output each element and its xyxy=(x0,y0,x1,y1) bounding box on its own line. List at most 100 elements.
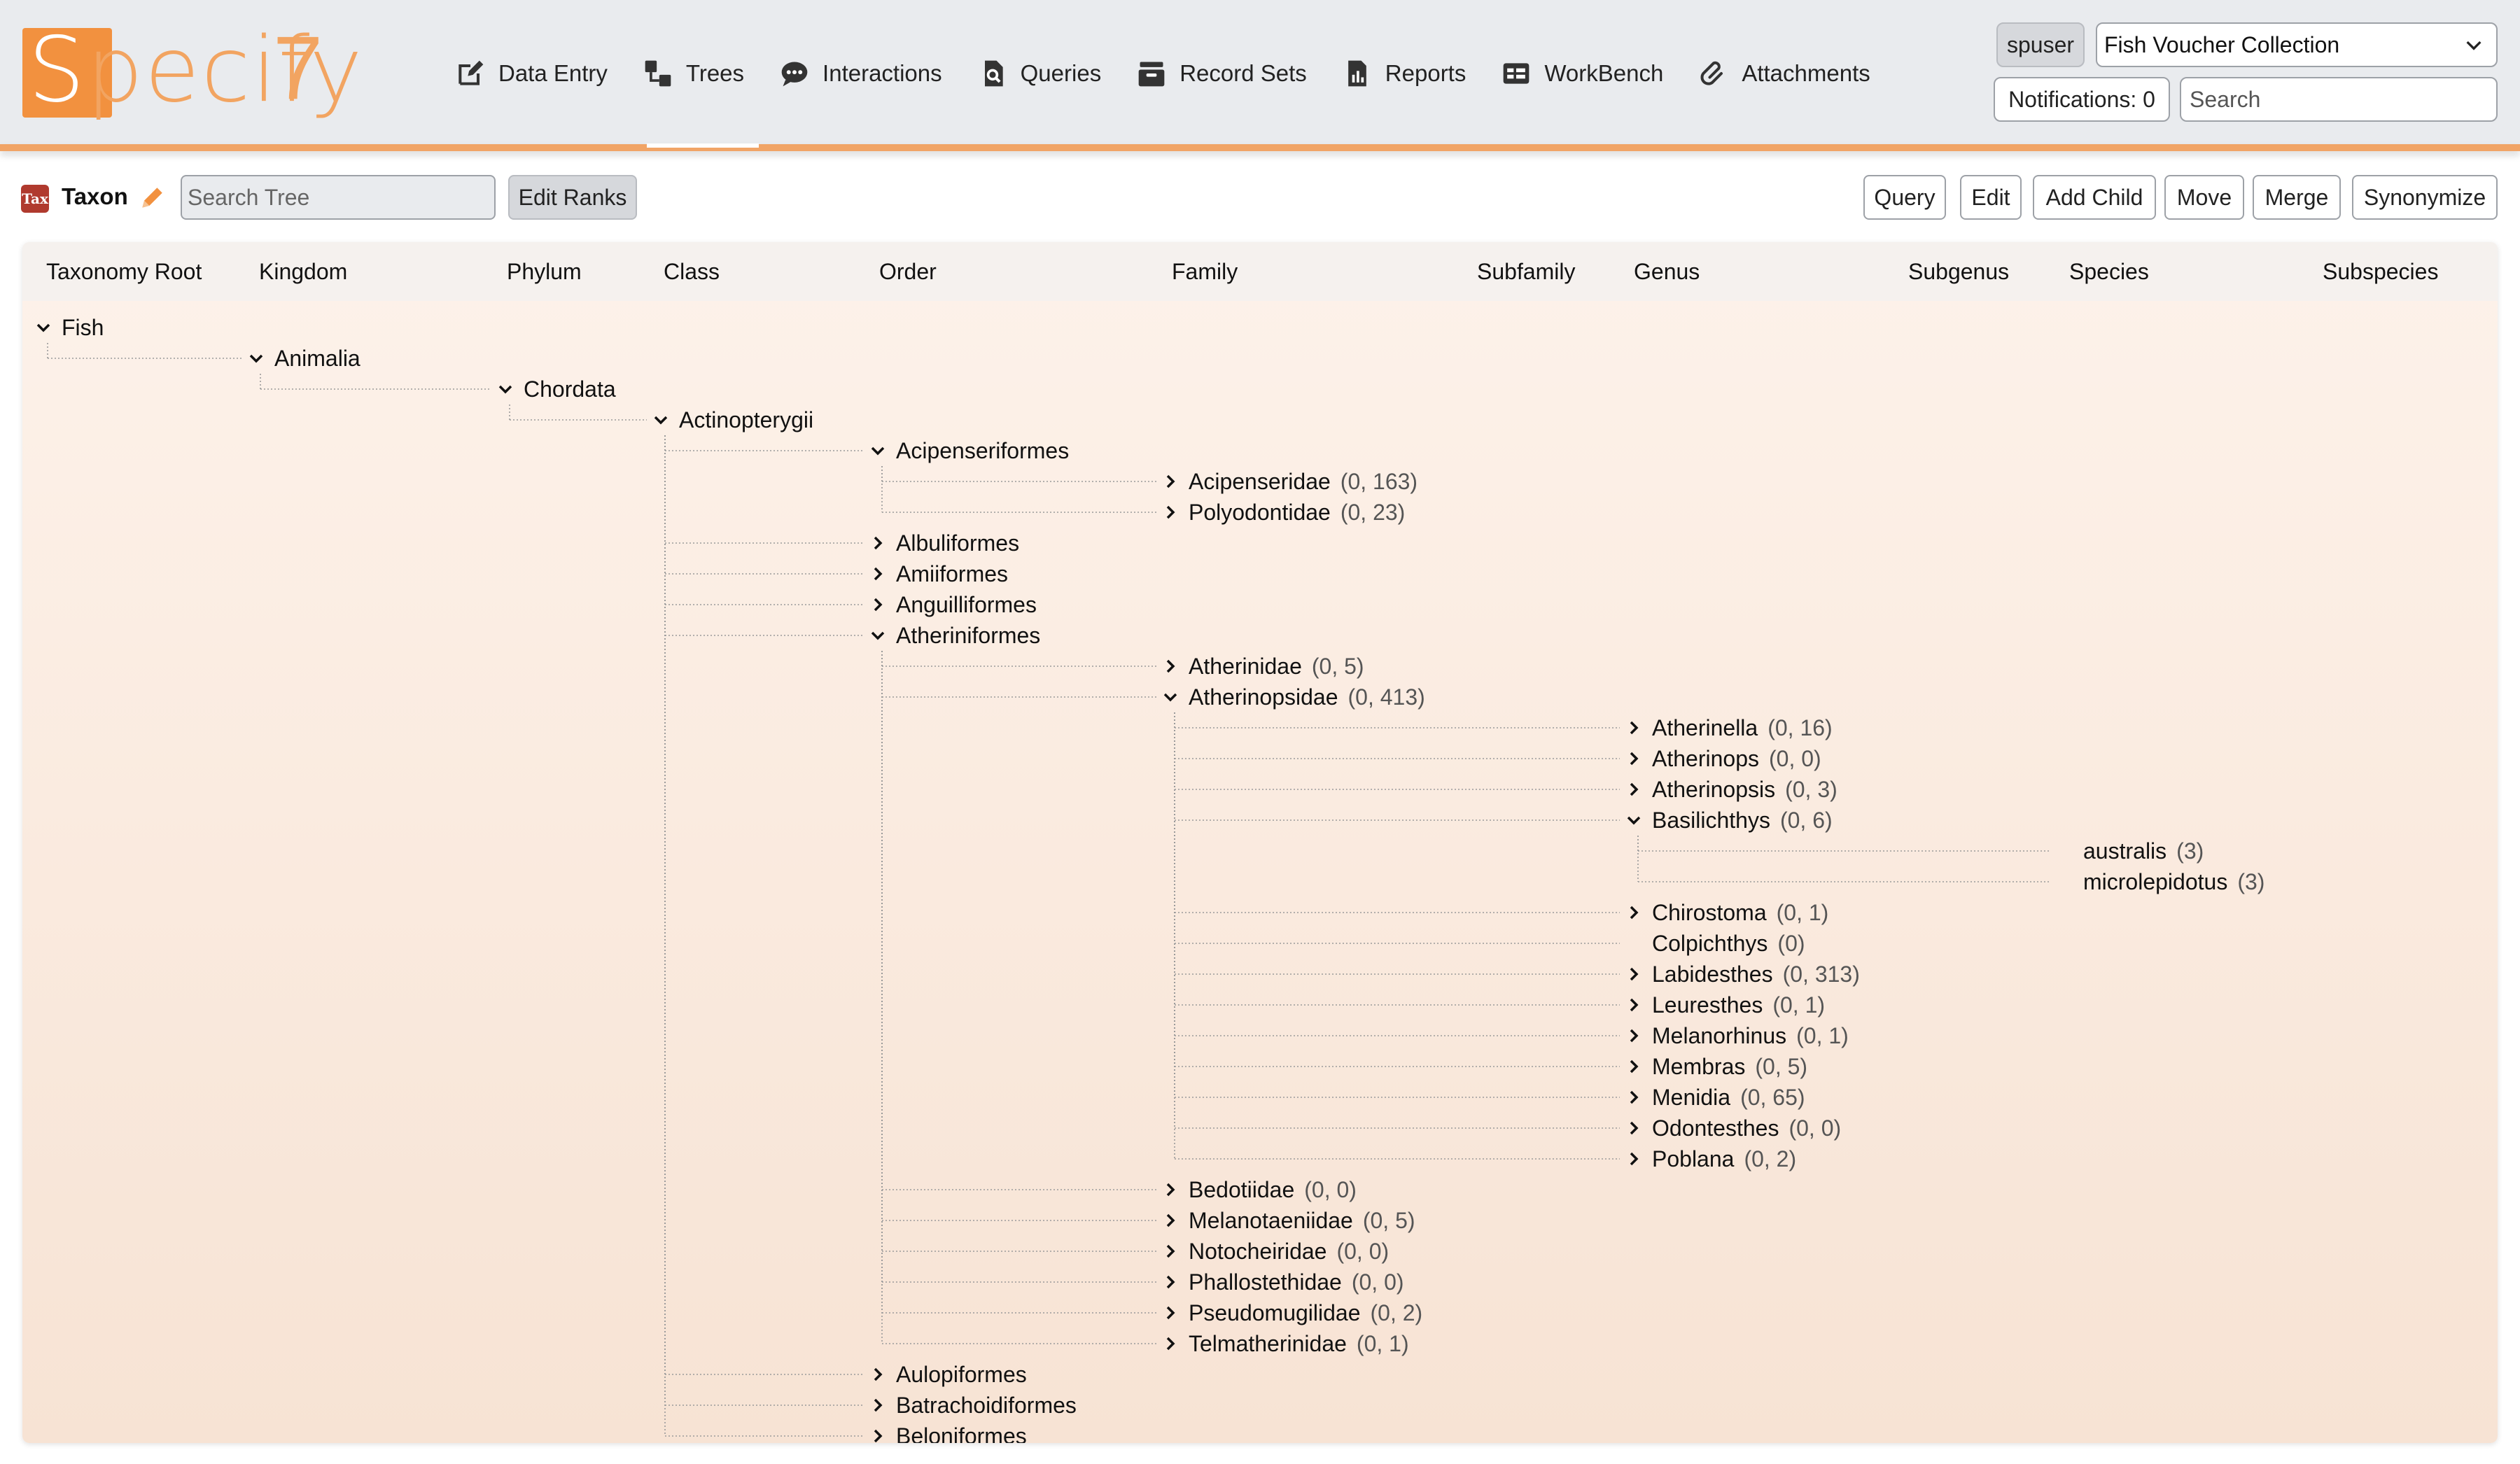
tree-node[interactable]: Chirostoma (0, 1) xyxy=(1625,897,1828,928)
nav-interactions[interactable]: Interactions xyxy=(779,49,942,98)
chevron-down-icon[interactable] xyxy=(248,350,265,367)
tree-node-count: (0, 0) xyxy=(1336,1238,1390,1264)
nav-reports[interactable]: Reports xyxy=(1342,49,1466,98)
tree-node[interactable]: Animalia xyxy=(248,343,360,374)
chevron-right-icon[interactable] xyxy=(1162,1181,1179,1198)
nav-attachments[interactable]: Attachments xyxy=(1698,49,1870,98)
chevron-down-icon[interactable] xyxy=(497,381,514,397)
global-search-input[interactable] xyxy=(2180,77,2498,122)
nav-trees[interactable]: Trees xyxy=(643,49,744,98)
tree-node[interactable]: Albuliformes xyxy=(869,528,1019,558)
chevron-right-icon[interactable] xyxy=(1162,1335,1179,1352)
tree-node[interactable]: Telmatherinidae (0, 1) xyxy=(1162,1328,1409,1359)
pencil-icon[interactable] xyxy=(137,182,168,213)
chevron-right-icon[interactable] xyxy=(1625,750,1642,767)
tree-node[interactable]: Melanorhinus (0, 1) xyxy=(1625,1020,1849,1051)
chevron-right-icon[interactable] xyxy=(869,596,886,613)
tree-node[interactable]: Labidesthes (0, 313) xyxy=(1625,959,1860,990)
tree-node-name: Telmatherinidae xyxy=(1189,1330,1347,1356)
tree-node[interactable]: Membras (0, 5) xyxy=(1625,1051,1807,1082)
chevron-right-icon[interactable] xyxy=(1625,1027,1642,1044)
chevron-right-icon[interactable] xyxy=(1625,1150,1642,1167)
nav-record-sets[interactable]: Record Sets xyxy=(1136,49,1307,98)
tree-node[interactable]: Aulopiformes xyxy=(869,1359,1027,1390)
chevron-right-icon[interactable] xyxy=(1625,719,1642,736)
merge-button[interactable]: Merge xyxy=(2253,175,2341,220)
chevron-right-icon[interactable] xyxy=(1625,1058,1642,1075)
chevron-down-icon[interactable] xyxy=(1162,689,1179,705)
chevron-right-icon[interactable] xyxy=(1625,1120,1642,1136)
chevron-right-icon[interactable] xyxy=(1162,1304,1179,1321)
tree-node[interactable]: Acipenseriformes xyxy=(869,435,1069,466)
tree-node[interactable]: microlepidotus (3) xyxy=(2057,866,2264,897)
chevron-right-icon[interactable] xyxy=(869,535,886,551)
tree-node[interactable]: Anguilliformes xyxy=(869,589,1037,620)
nav-queries[interactable]: Queries xyxy=(977,49,1101,98)
tree-node[interactable]: Acipenseridae (0, 163) xyxy=(1162,466,1418,497)
chevron-right-icon[interactable] xyxy=(869,565,886,582)
tree-node[interactable]: Beloniformes xyxy=(869,1421,1027,1443)
chevron-right-icon[interactable] xyxy=(1162,504,1179,521)
chevron-right-icon[interactable] xyxy=(1162,1212,1179,1229)
tree-node-count: (0, 1) xyxy=(1356,1330,1409,1356)
tree-node[interactable]: Phallostethidae (0, 0) xyxy=(1162,1267,1404,1297)
edit-ranks-button[interactable]: Edit Ranks xyxy=(508,175,637,220)
tree-node[interactable]: australis (3) xyxy=(2057,836,2204,866)
tree-node[interactable]: Actinopterygii xyxy=(652,404,813,435)
tree-node[interactable]: Atherinidae (0, 5) xyxy=(1162,651,1364,682)
chevron-down-icon[interactable] xyxy=(35,319,52,336)
tree-node[interactable]: Atherinella (0, 16) xyxy=(1625,712,1833,743)
tree-node[interactable]: Bedotiidae (0, 0) xyxy=(1162,1174,1357,1205)
tree-node[interactable]: Melanotaeniidae (0, 5) xyxy=(1162,1205,1415,1236)
chevron-down-icon[interactable] xyxy=(1625,812,1642,829)
tree-node[interactable]: Batrachoidiformes xyxy=(869,1390,1077,1421)
chevron-right-icon[interactable] xyxy=(1625,781,1642,798)
tree-node[interactable]: Fish xyxy=(35,312,104,343)
tree-node[interactable]: Leuresthes (0, 1) xyxy=(1625,990,1825,1020)
search-tree-input[interactable] xyxy=(181,175,496,220)
notifications-button[interactable]: Notifications: 0 xyxy=(1994,77,2170,122)
chevron-down-icon[interactable] xyxy=(869,442,886,459)
tree-node[interactable]: Atherinopsis (0, 3) xyxy=(1625,774,1837,805)
tree-node[interactable]: Basilichthys (0, 6) xyxy=(1625,805,1833,836)
chevron-right-icon[interactable] xyxy=(1625,1089,1642,1106)
query-button[interactable]: Query xyxy=(1863,175,1946,220)
tree-node[interactable]: Notocheiridae (0, 0) xyxy=(1162,1236,1389,1267)
chevron-right-icon[interactable] xyxy=(1162,473,1179,490)
tree-node[interactable]: Menidia (0, 65) xyxy=(1625,1082,1805,1113)
chevron-right-icon[interactable] xyxy=(1625,966,1642,983)
chevron-right-icon[interactable] xyxy=(869,1428,886,1443)
specify-logo[interactable]: Specify 7 xyxy=(21,18,363,122)
chevron-right-icon[interactable] xyxy=(1625,997,1642,1013)
tree-icon xyxy=(645,60,671,87)
tree-node[interactable]: Atheriniformes xyxy=(869,620,1040,651)
add-child-button[interactable]: Add Child xyxy=(2033,175,2156,220)
user-menu-button[interactable]: spuser xyxy=(1996,22,2085,67)
tree-node[interactable]: Colpichthys (0) xyxy=(1625,928,1805,959)
tree-node-count: (0, 0) xyxy=(1788,1115,1842,1141)
edit-button[interactable]: Edit xyxy=(1960,175,2022,220)
tree-node[interactable]: Pseudomugilidae (0, 2) xyxy=(1162,1297,1422,1328)
tree-node[interactable]: Chordata xyxy=(497,374,616,404)
collection-select[interactable]: Fish Voucher Collection xyxy=(2096,22,2498,67)
nav-data-entry[interactable]: Data Entry xyxy=(455,49,608,98)
tree-node-name: Atherinella xyxy=(1652,715,1758,740)
tree-viewer[interactable]: Taxonomy Root Kingdom Phylum Class Order Fami… xyxy=(22,242,2498,1443)
tree-node[interactable]: Odontesthes (0, 0) xyxy=(1625,1113,1841,1143)
move-button[interactable]: Move xyxy=(2164,175,2244,220)
nav-workbench[interactable]: WorkBench xyxy=(1501,49,1663,98)
chevron-right-icon[interactable] xyxy=(1162,1243,1179,1260)
chevron-right-icon[interactable] xyxy=(1625,904,1642,921)
tree-node[interactable]: Atherinops (0, 0) xyxy=(1625,743,1821,774)
tree-node[interactable]: Atherinopsidae (0, 413) xyxy=(1162,682,1425,712)
chevron-down-icon[interactable] xyxy=(652,411,669,428)
synonymize-button[interactable]: Synonymize xyxy=(2352,175,2498,220)
chevron-right-icon[interactable] xyxy=(869,1366,886,1383)
chevron-right-icon[interactable] xyxy=(1162,658,1179,675)
tree-node[interactable]: Poblana (0, 2) xyxy=(1625,1143,1796,1174)
tree-node[interactable]: Amiiformes xyxy=(869,558,1008,589)
tree-node[interactable]: Polyodontidae (0, 23) xyxy=(1162,497,1405,528)
chevron-right-icon[interactable] xyxy=(1162,1274,1179,1290)
chevron-right-icon[interactable] xyxy=(869,1397,886,1414)
chevron-down-icon[interactable] xyxy=(869,627,886,644)
